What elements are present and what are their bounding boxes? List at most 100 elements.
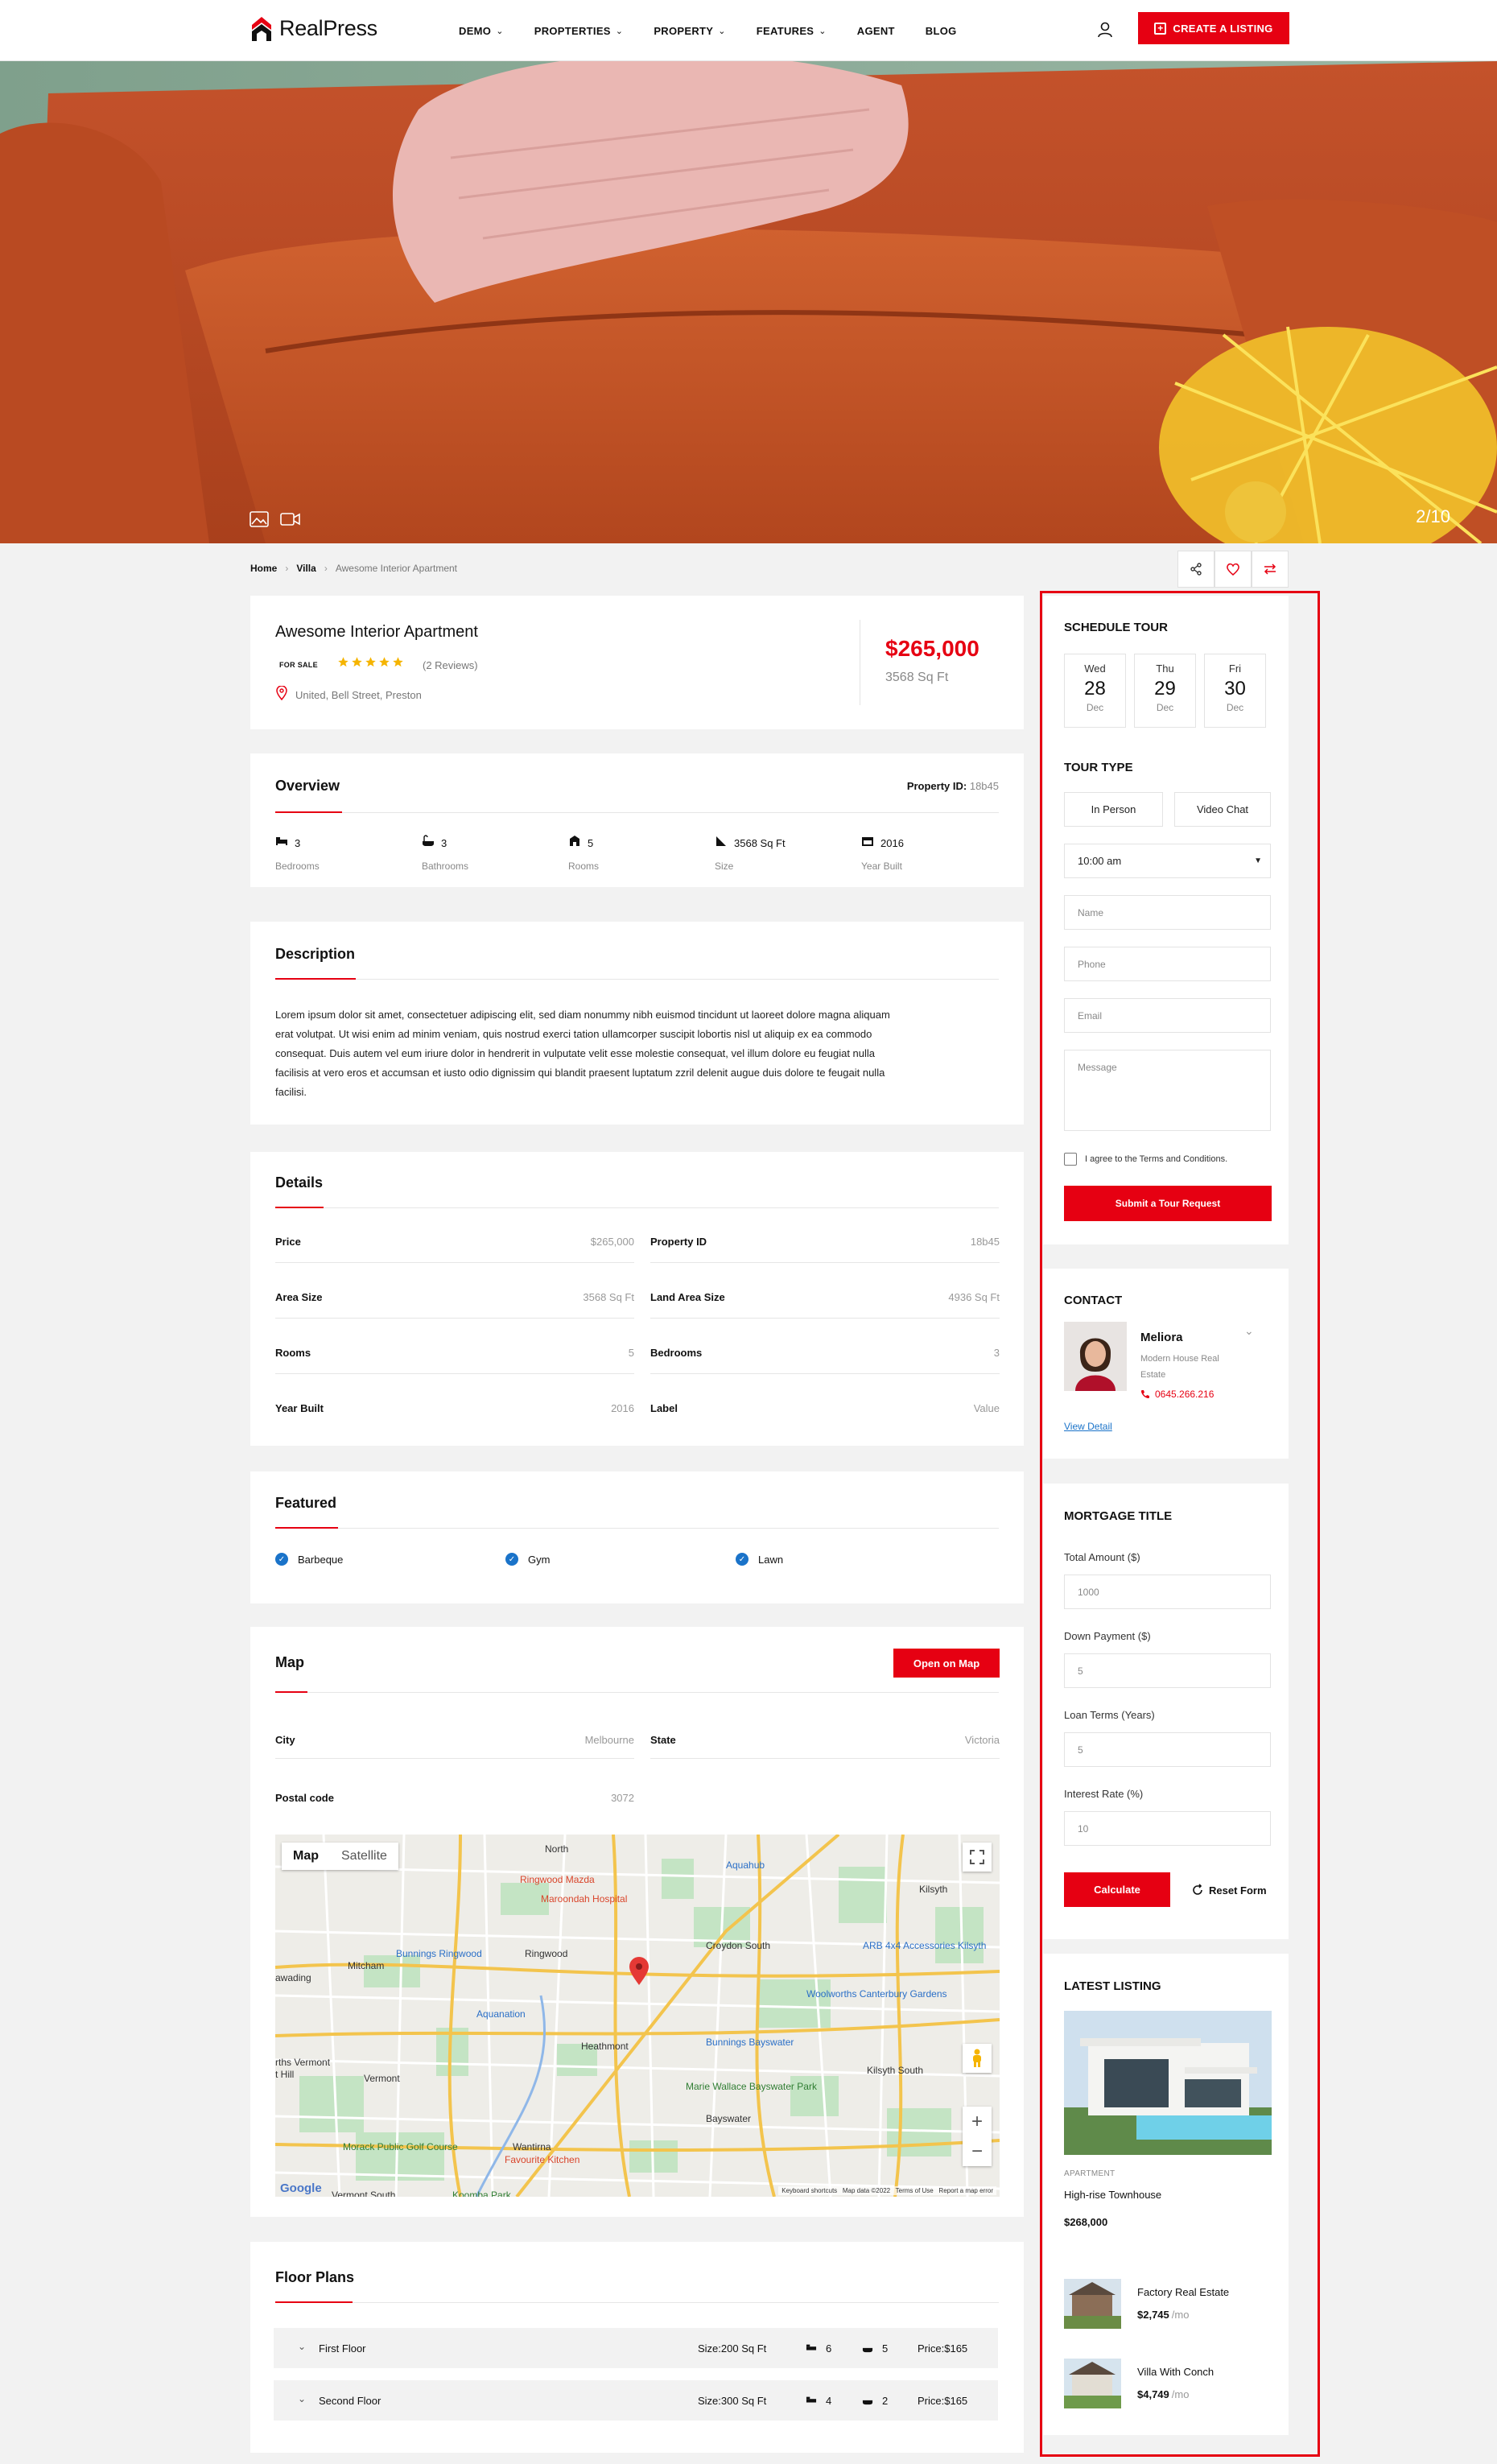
tour-time-select[interactable]: 10:00 am ▼ <box>1064 844 1271 878</box>
postal-label: Postal code <box>275 1792 334 1804</box>
breadcrumb-category[interactable]: Villa <box>296 563 315 574</box>
floor-plan-row[interactable]: ⌄ First Floor Size:200 Sq Ft 6 5 Price:$165 <box>274 2328 998 2368</box>
description-text: Lorem ipsum dolor sit amet, consectetuer… <box>275 1005 1004 1102</box>
agent-phone[interactable]: 0645.266.216 <box>1155 1389 1214 1400</box>
latest-listing-thumb[interactable] <box>1064 2359 1121 2408</box>
tour-date-option[interactable]: Thu 29 Dec <box>1134 654 1196 728</box>
nav-item-blog[interactable]: BLOG <box>926 25 957 37</box>
share-button[interactable] <box>1177 551 1215 588</box>
title-underline <box>275 1207 324 1208</box>
view-detail-link[interactable]: View Detail <box>1064 1421 1112 1432</box>
favorite-button[interactable] <box>1215 551 1252 588</box>
floor-plan-price: Price:$165 <box>918 2342 968 2355</box>
in-person-button[interactable]: In Person <box>1064 792 1163 827</box>
map-place-label: awading <box>275 1972 311 1983</box>
stat-label: Year Built <box>861 861 902 872</box>
overview-stat: 3 Bathrooms <box>422 835 468 872</box>
chevron-down-icon: ⌄ <box>298 2393 307 2404</box>
check-circle-icon: ✓ <box>275 1553 288 1566</box>
agent-name[interactable]: Meliora <box>1140 1331 1183 1344</box>
map-type-toggle: Map Satellite <box>282 1843 398 1870</box>
latest-listing-name[interactable]: Villa With Conch <box>1137 2366 1214 2378</box>
message-field[interactable]: Message <box>1064 1050 1271 1131</box>
phone-field[interactable]: Phone <box>1064 947 1271 981</box>
reviews-count[interactable]: (2 Reviews) <box>423 659 478 671</box>
user-icon[interactable] <box>1096 21 1114 39</box>
map-attribution[interactable]: Keyboard shortcuts Map data ©2022 Terms … <box>778 2186 996 2195</box>
submit-tour-button[interactable]: Submit a Tour Request <box>1064 1186 1272 1221</box>
interest-rate-input[interactable]: 10 <box>1064 1811 1271 1846</box>
map-place-label: Aquanation <box>476 2008 526 2020</box>
nav-item-property[interactable]: PROPERTY ⌄ <box>654 25 725 37</box>
latest-listing-card: LATEST LISTING APARTMENT High-rise Townh… <box>1043 1954 1289 2435</box>
detail-label: Label <box>650 1402 678 1414</box>
divider <box>275 812 999 813</box>
breadcrumb-home[interactable]: Home <box>250 563 277 574</box>
divider <box>650 1262 1000 1263</box>
description-title: Description <box>275 946 356 962</box>
nav-label: BLOG <box>925 24 957 37</box>
image-icon[interactable] <box>250 511 269 527</box>
map-tab-map[interactable]: Map <box>282 1843 330 1870</box>
day-of-week: Wed <box>1084 662 1106 675</box>
featured-listing-image[interactable] <box>1064 2011 1272 2155</box>
loan-terms-input[interactable]: 5 <box>1064 1732 1271 1767</box>
stat-value: 3568 Sq Ft <box>734 836 786 849</box>
tour-date-option[interactable]: Fri 30 Dec <box>1204 654 1266 728</box>
divider <box>275 1318 634 1319</box>
compare-button[interactable] <box>1252 551 1289 588</box>
terms-label: I agree to the Terms and Conditions. <box>1085 1154 1228 1164</box>
total-amount-input[interactable]: 1000 <box>1064 1575 1271 1609</box>
video-chat-button[interactable]: Video Chat <box>1174 792 1271 827</box>
nav-item-demo[interactable]: DEMO ⌄ <box>459 25 504 37</box>
details-title: Details <box>275 1174 324 1191</box>
phone-icon <box>1141 1390 1149 1398</box>
name-field[interactable]: Name <box>1064 895 1271 930</box>
latest-listing-name[interactable]: Factory Real Estate <box>1137 2286 1229 2298</box>
detail-value: 3 <box>993 1347 1000 1359</box>
create-listing-button[interactable]: + CREATE A LISTING <box>1138 12 1289 44</box>
open-on-map-button[interactable]: Open on Map <box>893 1649 1000 1678</box>
price-period: /mo <box>1171 2309 1190 2321</box>
hero-gallery[interactable]: 2/10 <box>0 61 1497 543</box>
fullscreen-button[interactable] <box>963 1843 992 1872</box>
chevron-down-icon[interactable]: ⌄ <box>1244 1324 1254 1338</box>
divider <box>650 1758 1000 1759</box>
nav-item-agent[interactable]: AGENT <box>857 25 895 37</box>
reset-form-button[interactable]: Reset Form <box>1191 1884 1267 1896</box>
postal-value: 3072 <box>611 1792 634 1804</box>
status-badge: FOR SALE <box>279 661 318 669</box>
map-place-label: Vermont <box>364 2073 400 2084</box>
star-icon <box>393 657 403 667</box>
tour-date-option[interactable]: Wed 28 Dec <box>1064 654 1126 728</box>
map-place-label: Woolworths Canterbury Gardens <box>806 1988 947 2000</box>
nav-item-propterties[interactable]: PROPTERTIES ⌄ <box>534 25 624 37</box>
star-icon <box>338 657 348 667</box>
terms-checkbox[interactable] <box>1064 1153 1077 1166</box>
video-icon[interactable] <box>280 511 301 527</box>
featured-listing-name[interactable]: High-rise Townhouse <box>1064 2189 1161 2201</box>
map-embed[interactable]: North Ringwood Mazda Maroondah Hospital Aqu… <box>275 1835 1000 2197</box>
map-place-label: rths Vermont <box>275 2057 331 2068</box>
nav-item-features[interactable]: FEATURES ⌄ <box>757 25 827 37</box>
email-field[interactable]: Email <box>1064 998 1271 1033</box>
latest-listing-thumb[interactable] <box>1064 2279 1121 2329</box>
listing-title: Awesome Interior Apartment <box>275 623 478 641</box>
state-label: State <box>650 1734 676 1746</box>
stat-value: 3 <box>295 836 301 849</box>
floor-plan-row[interactable]: ⌄ Second Floor Size:300 Sq Ft 4 2 Price:$165 <box>274 2380 998 2421</box>
map-place-label: Heathmont <box>581 2041 629 2052</box>
zoom-in-button[interactable]: + <box>963 2107 992 2136</box>
zoom-out-button[interactable]: − <box>963 2136 992 2166</box>
calculate-button[interactable]: Calculate <box>1064 1872 1170 1907</box>
description-line: facilisi. <box>275 1086 307 1098</box>
state-value: Victoria <box>964 1734 1000 1746</box>
divider <box>275 1262 634 1263</box>
map-tab-satellite[interactable]: Satellite <box>330 1843 398 1870</box>
down-payment-input[interactable]: 5 <box>1064 1653 1271 1688</box>
street-view-pegman[interactable] <box>963 2044 992 2073</box>
day-number: 30 <box>1224 678 1246 700</box>
featured-item-label: Barbeque <box>298 1553 344 1566</box>
listing-actions <box>1177 551 1289 588</box>
logo[interactable]: RealPress <box>250 14 377 43</box>
